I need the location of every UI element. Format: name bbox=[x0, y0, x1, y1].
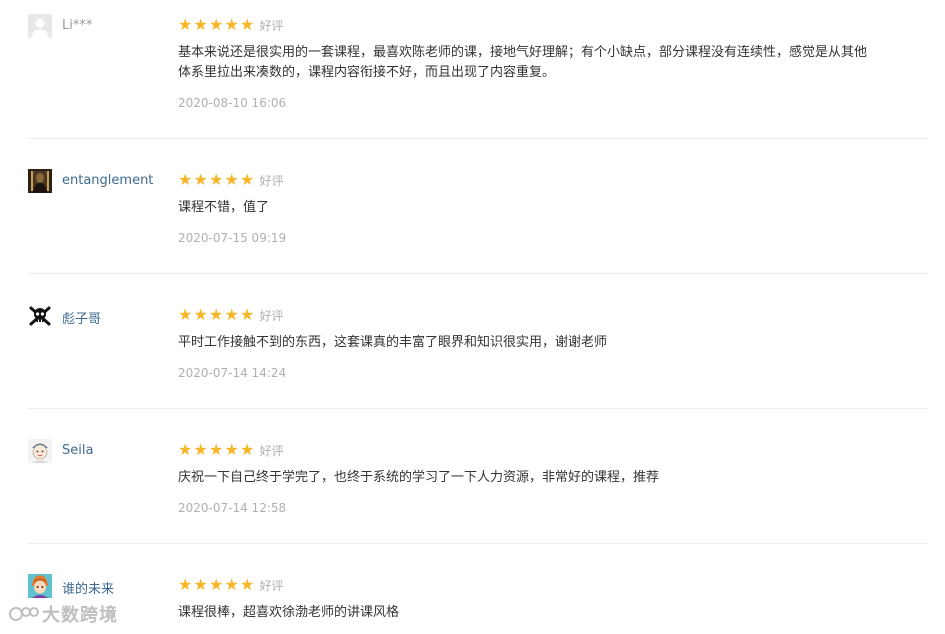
skull-crossbones-icon[interactable] bbox=[28, 304, 52, 328]
grade-label: 好评 bbox=[259, 173, 284, 188]
dark-portrait-icon[interactable] bbox=[28, 169, 52, 193]
star-icon: ★ bbox=[178, 575, 193, 594]
star-icon: ★ bbox=[178, 15, 193, 34]
grade-label: 好评 bbox=[259, 578, 284, 593]
brand-logo-icon bbox=[9, 607, 39, 621]
star-rating: ★ ★ ★ ★ ★ 好评 bbox=[178, 441, 284, 459]
watermark: 大数跨境 bbox=[8, 601, 118, 627]
review-line: 课程不错，值了 bbox=[178, 200, 270, 215]
star-rating: ★ ★ ★ ★ ★ 好评 bbox=[178, 16, 284, 34]
review-line: 基本来说还是很实用的一套课程，最喜欢陈老师的课，接地气好理解；有个小缺点，部分课… bbox=[178, 45, 868, 60]
star-icon: ★ bbox=[178, 440, 193, 459]
username[interactable]: Seila bbox=[62, 443, 93, 458]
divider bbox=[28, 273, 928, 274]
star-icon: ★ bbox=[178, 305, 193, 324]
grade-label: 好评 bbox=[259, 443, 284, 458]
divider bbox=[28, 408, 928, 409]
star-icon: ★ bbox=[209, 440, 224, 459]
default-user-icon[interactable] bbox=[28, 14, 52, 38]
username[interactable]: 谁的未来 bbox=[62, 578, 114, 597]
star-rating: ★ ★ ★ ★ ★ 好评 bbox=[178, 171, 284, 189]
star-icon: ★ bbox=[224, 170, 239, 189]
review-time: 2020-07-14 12:58 bbox=[178, 501, 287, 515]
username[interactable]: 彪子哥 bbox=[62, 308, 101, 327]
divider bbox=[28, 543, 928, 544]
star-icon: ★ bbox=[240, 15, 255, 34]
review-content: 课程不错，值了 bbox=[178, 198, 933, 218]
grade-label: 好评 bbox=[259, 18, 284, 33]
watermark-text: 大数跨境 bbox=[42, 605, 118, 626]
star-icon: ★ bbox=[193, 15, 208, 34]
review-line: 课程很棒，超喜欢徐渤老师的讲课风格 bbox=[178, 605, 400, 620]
star-icon: ★ bbox=[224, 575, 239, 594]
star-icon: ★ bbox=[224, 305, 239, 324]
star-icon: ★ bbox=[224, 15, 239, 34]
review-content: 基本来说还是很实用的一套课程，最喜欢陈老师的课，接地气好理解；有个小缺点，部分课… bbox=[178, 43, 933, 83]
review-line: 庆祝一下自己终于学完了，也终于系统的学习了一下人力资源，非常好的课程，推荐 bbox=[178, 470, 660, 485]
star-icon: ★ bbox=[209, 15, 224, 34]
star-rating: ★ ★ ★ ★ ★ 好评 bbox=[178, 306, 284, 324]
review-time: 2020-07-15 09:19 bbox=[178, 231, 287, 245]
star-icon: ★ bbox=[240, 440, 255, 459]
review-time: 2020-07-14 14:24 bbox=[178, 366, 287, 380]
star-icon: ★ bbox=[209, 575, 224, 594]
star-icon: ★ bbox=[209, 305, 224, 324]
review-content: 庆祝一下自己终于学完了，也终于系统的学习了一下人力资源，非常好的课程，推荐 bbox=[178, 468, 933, 488]
review-content: 平时工作接触不到的东西，这套课真的丰富了眼界和知识很实用，谢谢老师 bbox=[178, 333, 933, 353]
star-icon: ★ bbox=[193, 305, 208, 324]
star-icon: ★ bbox=[240, 575, 255, 594]
username[interactable]: entanglement bbox=[62, 173, 153, 188]
star-icon: ★ bbox=[193, 575, 208, 594]
star-icon: ★ bbox=[224, 440, 239, 459]
star-icon: ★ bbox=[240, 305, 255, 324]
star-icon: ★ bbox=[193, 440, 208, 459]
star-icon: ★ bbox=[178, 170, 193, 189]
star-icon: ★ bbox=[240, 170, 255, 189]
cartoon-face-icon[interactable] bbox=[28, 439, 52, 463]
review-line: 平时工作接触不到的东西，这套课真的丰富了眼界和知识很实用，谢谢老师 bbox=[178, 335, 608, 350]
star-icon: ★ bbox=[193, 170, 208, 189]
divider bbox=[28, 138, 928, 139]
grade-label: 好评 bbox=[259, 308, 284, 323]
anime-character-icon[interactable] bbox=[28, 574, 52, 598]
star-icon: ★ bbox=[209, 170, 224, 189]
review-time: 2020-08-10 16:06 bbox=[178, 96, 287, 110]
star-rating: ★ ★ ★ ★ ★ 好评 bbox=[178, 576, 284, 594]
username[interactable]: Li*** bbox=[62, 18, 92, 33]
review-line: 体系里拉出来凑数的，课程内容衔接不好，而且出现了内容重复。 bbox=[178, 65, 556, 80]
review-content: 课程很棒，超喜欢徐渤老师的讲课风格 bbox=[178, 603, 933, 623]
